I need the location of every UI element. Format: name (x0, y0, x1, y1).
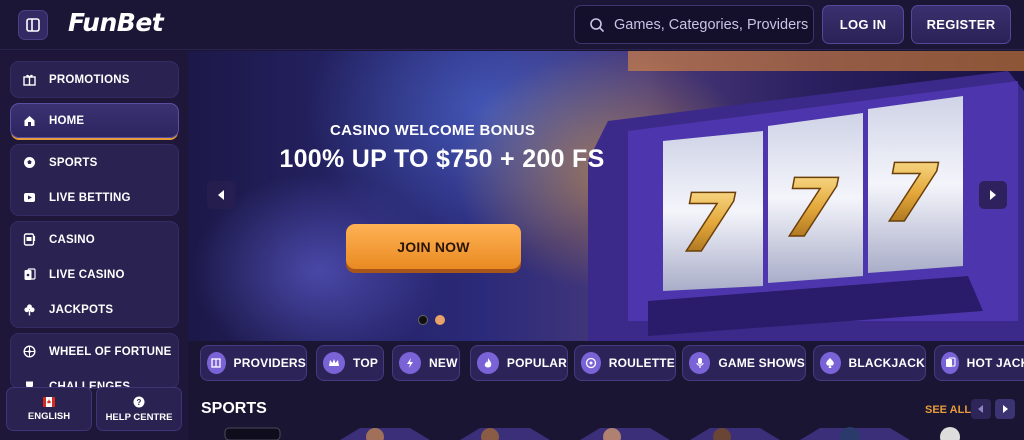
sidebar-item-label: PROMOTIONS (49, 73, 130, 86)
chip-label: PROVIDERS (233, 356, 306, 370)
banner-next-button[interactable] (979, 181, 1007, 209)
chip-label: NEW (429, 356, 458, 370)
flame-icon (477, 352, 499, 374)
book-icon (207, 352, 226, 374)
sidebar-item-jackpots[interactable]: JACKPOTS (11, 292, 178, 327)
login-button[interactable]: LOG IN (822, 5, 904, 44)
search-box[interactable] (574, 5, 814, 44)
search-icon (590, 17, 605, 32)
join-now-button[interactable]: JOIN NOW (346, 224, 521, 269)
category-chips: PROVIDERS TOP NEW POPULAR ROULETTE GAME … (200, 345, 1024, 383)
help-centre-label: HELP CENTRE (105, 411, 173, 423)
sidebar-item-sports[interactable]: SPORTS (11, 145, 178, 180)
chip-label: POPULAR (506, 356, 567, 370)
slot-machine-illustration: 7 7 7 (588, 51, 1024, 341)
chip-new[interactable]: NEW (392, 345, 460, 381)
chip-top[interactable]: TOP (316, 345, 384, 381)
sidebar-group-home: HOME (10, 103, 179, 138)
sidebar-item-promotions[interactable]: PROMOTIONS (11, 62, 178, 97)
svg-text:7: 7 (883, 147, 939, 240)
sidebar-group-extras: WHEEL OF FORTUNE CHALLENGES (10, 333, 179, 389)
carousel-dots (418, 315, 445, 325)
sidebar-item-live-betting[interactable]: LIVE BETTING (11, 180, 178, 215)
banner-prev-button[interactable] (207, 181, 235, 209)
live-cards-icon (22, 268, 36, 282)
register-button[interactable]: REGISTER (911, 5, 1011, 44)
help-centre-button[interactable]: ? HELP CENTRE (96, 387, 182, 431)
canada-flag-icon (43, 396, 55, 407)
chip-providers[interactable]: PROVIDERS (200, 345, 307, 381)
chevron-left-icon (978, 405, 983, 413)
play-icon (22, 191, 36, 205)
sidebar: PROMOTIONS HOME SPORTS LIVE BETTING CASI… (0, 51, 188, 440)
sidebar-item-label: JACKPOTS (49, 303, 114, 316)
sidebar-item-casino[interactable]: CASINO (11, 222, 178, 257)
promo-banner[interactable]: 7 7 7 CASINO WELCOME BONUS 100% UP TO $7… (188, 51, 1024, 341)
home-icon (22, 114, 36, 128)
slot-machine-icon (22, 233, 36, 247)
svg-text:7: 7 (680, 177, 736, 270)
sidebar-toggle-icon (26, 18, 40, 32)
sidebar-footer: ENGLISH ? HELP CENTRE (6, 387, 182, 431)
carousel-dot[interactable] (418, 315, 428, 325)
banner-subtitle: CASINO WELCOME BONUS (330, 122, 536, 139)
chip-label: HOT JACKPOTS (966, 356, 1024, 370)
top-bar: FunBet LOG IN REGISTER (0, 0, 1024, 50)
banner-title: 100% UP TO $750 + 200 FS (279, 145, 605, 173)
sports-section-title: SPORTS (201, 400, 267, 417)
chip-label: GAME SHOWS (718, 356, 805, 370)
spade-icon (820, 352, 841, 374)
sidebar-item-label: LIVE BETTING (49, 191, 131, 204)
gift-icon (22, 73, 36, 87)
brand-logo[interactable]: FunBet (68, 8, 164, 37)
sidebar-group-casino: CASINO LIVE CASINO JACKPOTS (10, 221, 179, 328)
sidebar-group-promotions: PROMOTIONS (10, 61, 179, 98)
chevron-left-icon (218, 190, 224, 200)
soccer-ball-icon (22, 156, 36, 170)
cards-icon (941, 352, 959, 374)
crown-icon (323, 352, 345, 374)
sports-thumbnails-strip (224, 427, 960, 440)
svg-text:?: ? (137, 398, 142, 407)
sidebar-item-label: SPORTS (49, 156, 98, 169)
sidebar-item-challenges[interactable]: CHALLENGES (11, 369, 178, 388)
language-label: ENGLISH (27, 410, 71, 422)
chip-popular[interactable]: POPULAR (470, 345, 568, 381)
chip-game-shows[interactable]: GAME SHOWS (682, 345, 806, 381)
sidebar-item-wheel-of-fortune[interactable]: WHEEL OF FORTUNE (11, 334, 178, 369)
help-icon: ? (133, 396, 145, 407)
chip-label: BLACKJACK (848, 356, 925, 370)
svg-text:7: 7 (783, 162, 839, 255)
sidebar-group-sports: SPORTS LIVE BETTING (10, 144, 179, 216)
roulette-icon (581, 352, 601, 374)
chip-roulette[interactable]: ROULETTE (574, 345, 676, 381)
sidebar-item-home[interactable]: HOME (10, 103, 179, 138)
chip-label: TOP (353, 356, 379, 370)
chip-hot-jackpots[interactable]: HOT JACKPOTS (934, 345, 1024, 381)
sidebar-toggle-button[interactable] (18, 10, 48, 40)
chip-blackjack[interactable]: BLACKJACK (813, 345, 926, 381)
sports-next-button[interactable] (995, 399, 1015, 419)
sidebar-item-label: LIVE CASINO (49, 268, 125, 281)
lightning-icon (399, 352, 421, 374)
chevron-right-icon (990, 190, 996, 200)
chip-label: ROULETTE (608, 356, 675, 370)
clover-icon (22, 303, 36, 317)
microphone-icon (689, 352, 711, 374)
carousel-dot[interactable] (435, 315, 445, 325)
language-button[interactable]: ENGLISH (6, 387, 92, 431)
chevron-right-icon (1003, 405, 1008, 413)
wheel-icon (22, 345, 36, 359)
sidebar-item-label: CASINO (49, 233, 95, 246)
sidebar-item-label: WHEEL OF FORTUNE (49, 345, 172, 358)
search-input[interactable] (614, 16, 809, 33)
sidebar-item-label: HOME (49, 114, 85, 127)
sports-prev-button[interactable] (971, 399, 991, 419)
see-all-link[interactable]: SEE ALL (925, 404, 971, 416)
sidebar-item-live-casino[interactable]: LIVE CASINO (11, 257, 178, 292)
